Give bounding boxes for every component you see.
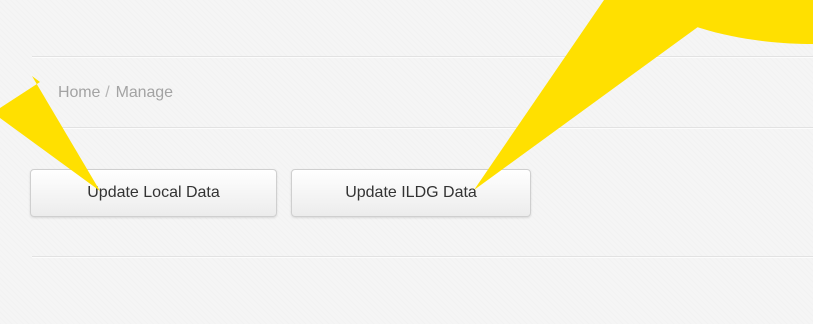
breadcrumb-current: Manage [115, 84, 173, 101]
update-ildg-data-button[interactable]: Update ILDG Data [291, 169, 531, 217]
breadcrumb-home-link[interactable]: Home [58, 84, 100, 102]
top-divider [32, 56, 813, 58]
breadcrumb-separator: / [105, 84, 110, 101]
bottom-divider [32, 256, 813, 258]
breadcrumb-divider [32, 127, 813, 129]
breadcrumb: Home / Manage [58, 84, 173, 102]
update-local-data-button[interactable]: Update Local Data [30, 169, 277, 217]
content-panel: Home / Manage Update Local Data Update I… [0, 0, 813, 324]
